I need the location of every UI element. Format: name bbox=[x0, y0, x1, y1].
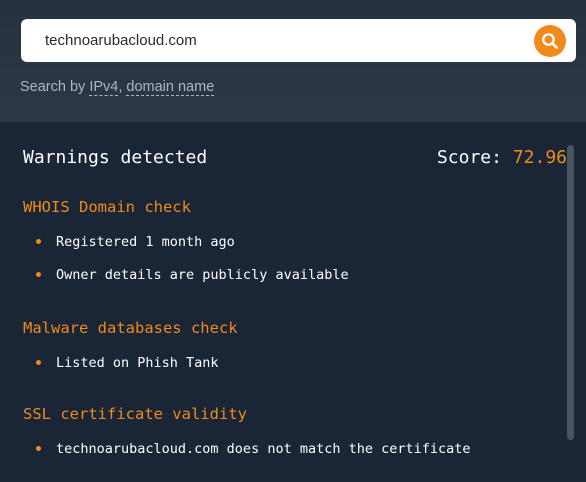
scrollbar[interactable] bbox=[567, 145, 574, 440]
bullet-icon bbox=[36, 272, 41, 277]
results-title: Warnings detected bbox=[23, 147, 208, 168]
search-button[interactable] bbox=[534, 25, 566, 57]
section-heading-malware: Malware databases check bbox=[23, 319, 238, 337]
list-item-text: Listed on Phish Tank bbox=[56, 355, 219, 371]
search-box bbox=[21, 19, 576, 62]
hint-prefix: Search by bbox=[20, 79, 86, 95]
search-header: Search by IPv4, domain name bbox=[0, 0, 586, 122]
list-item: Listed on Phish Tank bbox=[36, 355, 219, 371]
section-heading-whois: WHOIS Domain check bbox=[23, 198, 191, 216]
results-panel: Warnings detected Score: 72.96 WHOIS Dom… bbox=[0, 122, 586, 482]
score-label: Score: bbox=[436, 147, 502, 168]
search-hint: Search by IPv4, domain name bbox=[20, 79, 215, 96]
section-heading-ssl: SSL certificate validity bbox=[23, 405, 247, 423]
score: Score: 72.96 bbox=[437, 147, 567, 168]
search-icon bbox=[542, 33, 558, 49]
hint-option-ipv4[interactable]: IPv4 bbox=[89, 79, 119, 96]
bullet-icon bbox=[36, 446, 41, 451]
list-item-text: technoarubacloud.com does not match the … bbox=[56, 441, 471, 457]
list-item: technoarubacloud.com does not match the … bbox=[36, 441, 471, 457]
bullet-icon bbox=[36, 360, 41, 365]
search-input[interactable] bbox=[45, 19, 525, 62]
list-item-text: Owner details are publicly available bbox=[56, 267, 349, 283]
list-item: Owner details are publicly available bbox=[36, 267, 349, 283]
score-value: 72.96 bbox=[512, 147, 567, 168]
hint-option-domain[interactable]: domain name bbox=[126, 79, 215, 96]
list-item-text: Registered 1 month ago bbox=[56, 234, 235, 250]
hint-separator: , bbox=[118, 79, 123, 95]
list-item: Registered 1 month ago bbox=[36, 234, 235, 250]
bullet-icon bbox=[36, 239, 41, 244]
